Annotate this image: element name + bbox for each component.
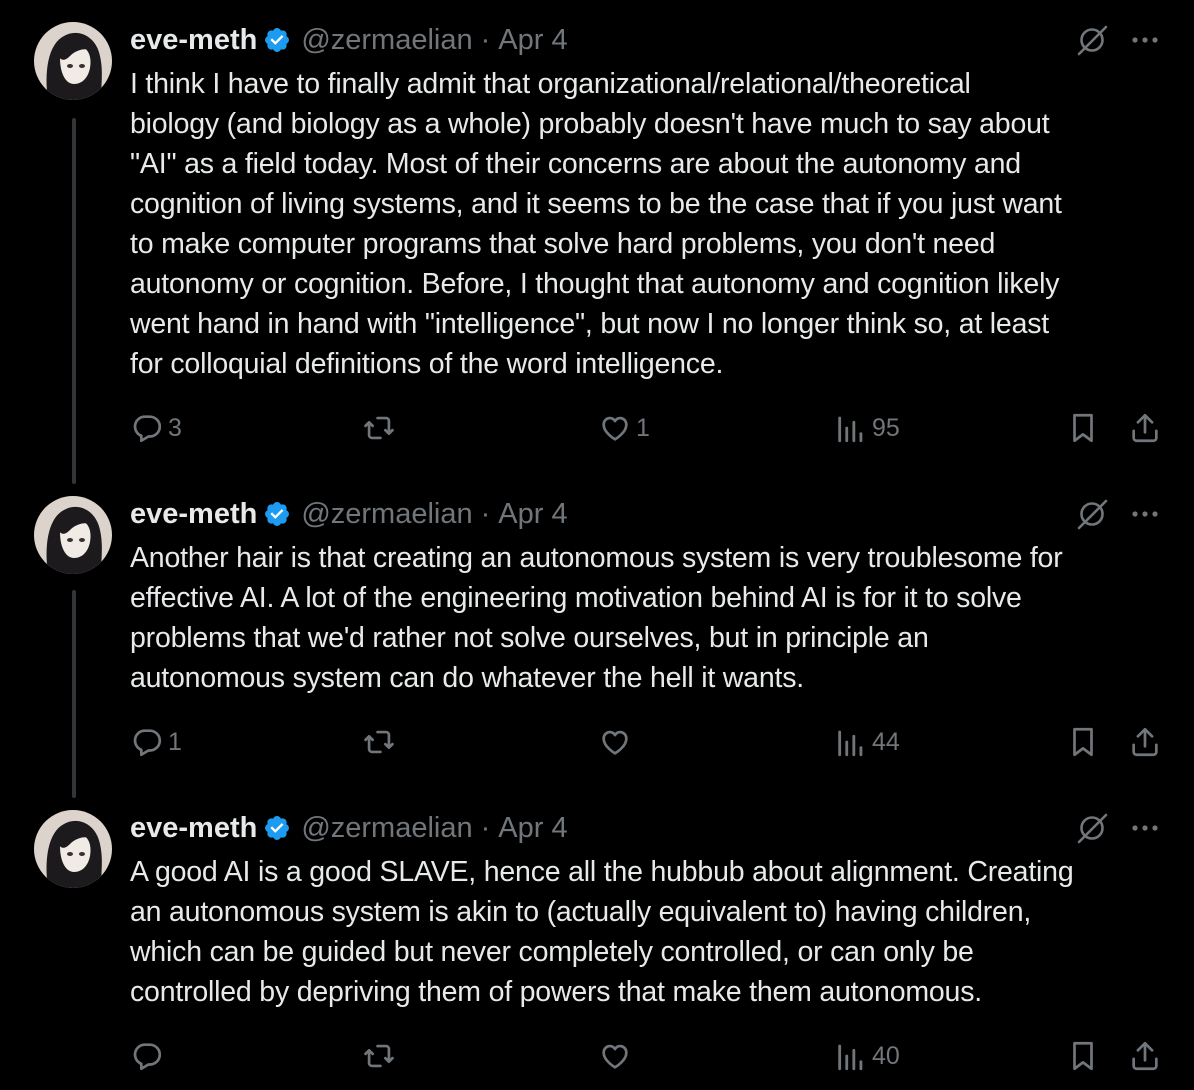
reply-button[interactable]: 1 (130, 722, 182, 762)
share-icon (1132, 413, 1158, 443)
tweet-actions: 1 44 (130, 722, 1170, 762)
share-icon (1132, 1041, 1158, 1071)
author-handle[interactable]: @zermaelian (301, 812, 472, 845)
tweet-actions: 40 (130, 1036, 1170, 1076)
more-icon[interactable] (1128, 23, 1162, 57)
like-button[interactable] (598, 1036, 636, 1076)
view-count: 44 (872, 727, 900, 756)
bookmark-icon (1073, 413, 1093, 443)
avatar-image (46, 32, 102, 100)
author-name[interactable]: eve-meth (130, 498, 257, 531)
repost-icon (364, 730, 394, 754)
repost-icon (364, 1044, 394, 1068)
share-button[interactable] (1128, 722, 1162, 762)
verified-badge-icon (265, 502, 290, 526)
bookmark-button[interactable] (1066, 408, 1100, 448)
tweet-text: A good AI is a good SLAVE, hence all the… (130, 856, 1074, 1008)
like-icon (602, 1044, 628, 1069)
verified-badge-icon (265, 28, 290, 52)
bookmark-button[interactable] (1066, 1036, 1100, 1076)
reply-button[interactable] (130, 1036, 168, 1076)
repost-button[interactable] (362, 408, 400, 448)
author-name[interactable]: eve-meth (130, 812, 257, 845)
reply-button[interactable]: 3 (130, 408, 182, 448)
author-handle[interactable]: @zermaelian (301, 24, 472, 57)
separator: · (480, 23, 491, 56)
like-icon (602, 730, 628, 755)
repost-button[interactable] (362, 1036, 400, 1076)
timestamp[interactable]: Apr 4 (498, 498, 567, 531)
tweet-text: Another hair is that creating an autonom… (130, 542, 1063, 694)
reply-icon (133, 1043, 162, 1071)
share-button[interactable] (1128, 1036, 1162, 1076)
avatar[interactable] (34, 496, 112, 574)
views-button[interactable]: 44 (834, 722, 900, 762)
avatar[interactable] (34, 22, 112, 100)
tweet-actions: 3 1 95 (130, 408, 1170, 448)
tweet[interactable]: eve-meth @zermaelian · Apr 4 I think I h… (0, 0, 1194, 470)
avatar[interactable] (34, 810, 112, 888)
author-handle[interactable]: @zermaelian (301, 498, 472, 531)
timestamp[interactable]: Apr 4 (498, 812, 567, 845)
separator: · (480, 811, 491, 844)
tweet[interactable]: eve-meth @zermaelian · Apr 4 Another hai… (0, 472, 1194, 784)
views-icon (838, 416, 863, 443)
reply-count: 3 (168, 413, 182, 442)
bookmark-icon (1073, 1041, 1093, 1071)
more-icon[interactable] (1128, 497, 1162, 531)
verified-badge-icon (265, 816, 290, 840)
bookmark-button[interactable] (1066, 722, 1100, 762)
grok-icon[interactable] (1074, 496, 1110, 532)
like-button[interactable]: 1 (598, 408, 650, 448)
tweet[interactable]: eve-meth @zermaelian · Apr 4 A good AI i… (0, 786, 1194, 1090)
views-icon (838, 730, 863, 757)
repost-icon (364, 416, 394, 440)
share-icon (1132, 727, 1158, 757)
views-icon (838, 1044, 863, 1071)
more-icon[interactable] (1128, 811, 1162, 845)
view-count: 40 (872, 1041, 900, 1070)
share-button[interactable] (1128, 408, 1162, 448)
like-count: 1 (636, 413, 650, 442)
reply-icon (133, 729, 162, 757)
reply-count: 1 (168, 727, 182, 756)
views-button[interactable]: 40 (834, 1036, 900, 1076)
repost-button[interactable] (362, 722, 400, 762)
view-count: 95 (872, 413, 900, 442)
bookmark-icon (1073, 727, 1093, 757)
like-icon (602, 416, 628, 441)
avatar-image (46, 506, 102, 574)
separator: · (480, 497, 491, 530)
grok-icon[interactable] (1074, 22, 1110, 58)
views-button[interactable]: 95 (834, 408, 900, 448)
avatar-image (46, 820, 102, 888)
like-button[interactable] (598, 722, 636, 762)
tweet-text: I think I have to finally admit that org… (130, 68, 1062, 380)
grok-icon[interactable] (1074, 810, 1110, 846)
author-name[interactable]: eve-meth (130, 24, 257, 57)
reply-icon (133, 415, 162, 443)
timestamp[interactable]: Apr 4 (498, 24, 567, 57)
